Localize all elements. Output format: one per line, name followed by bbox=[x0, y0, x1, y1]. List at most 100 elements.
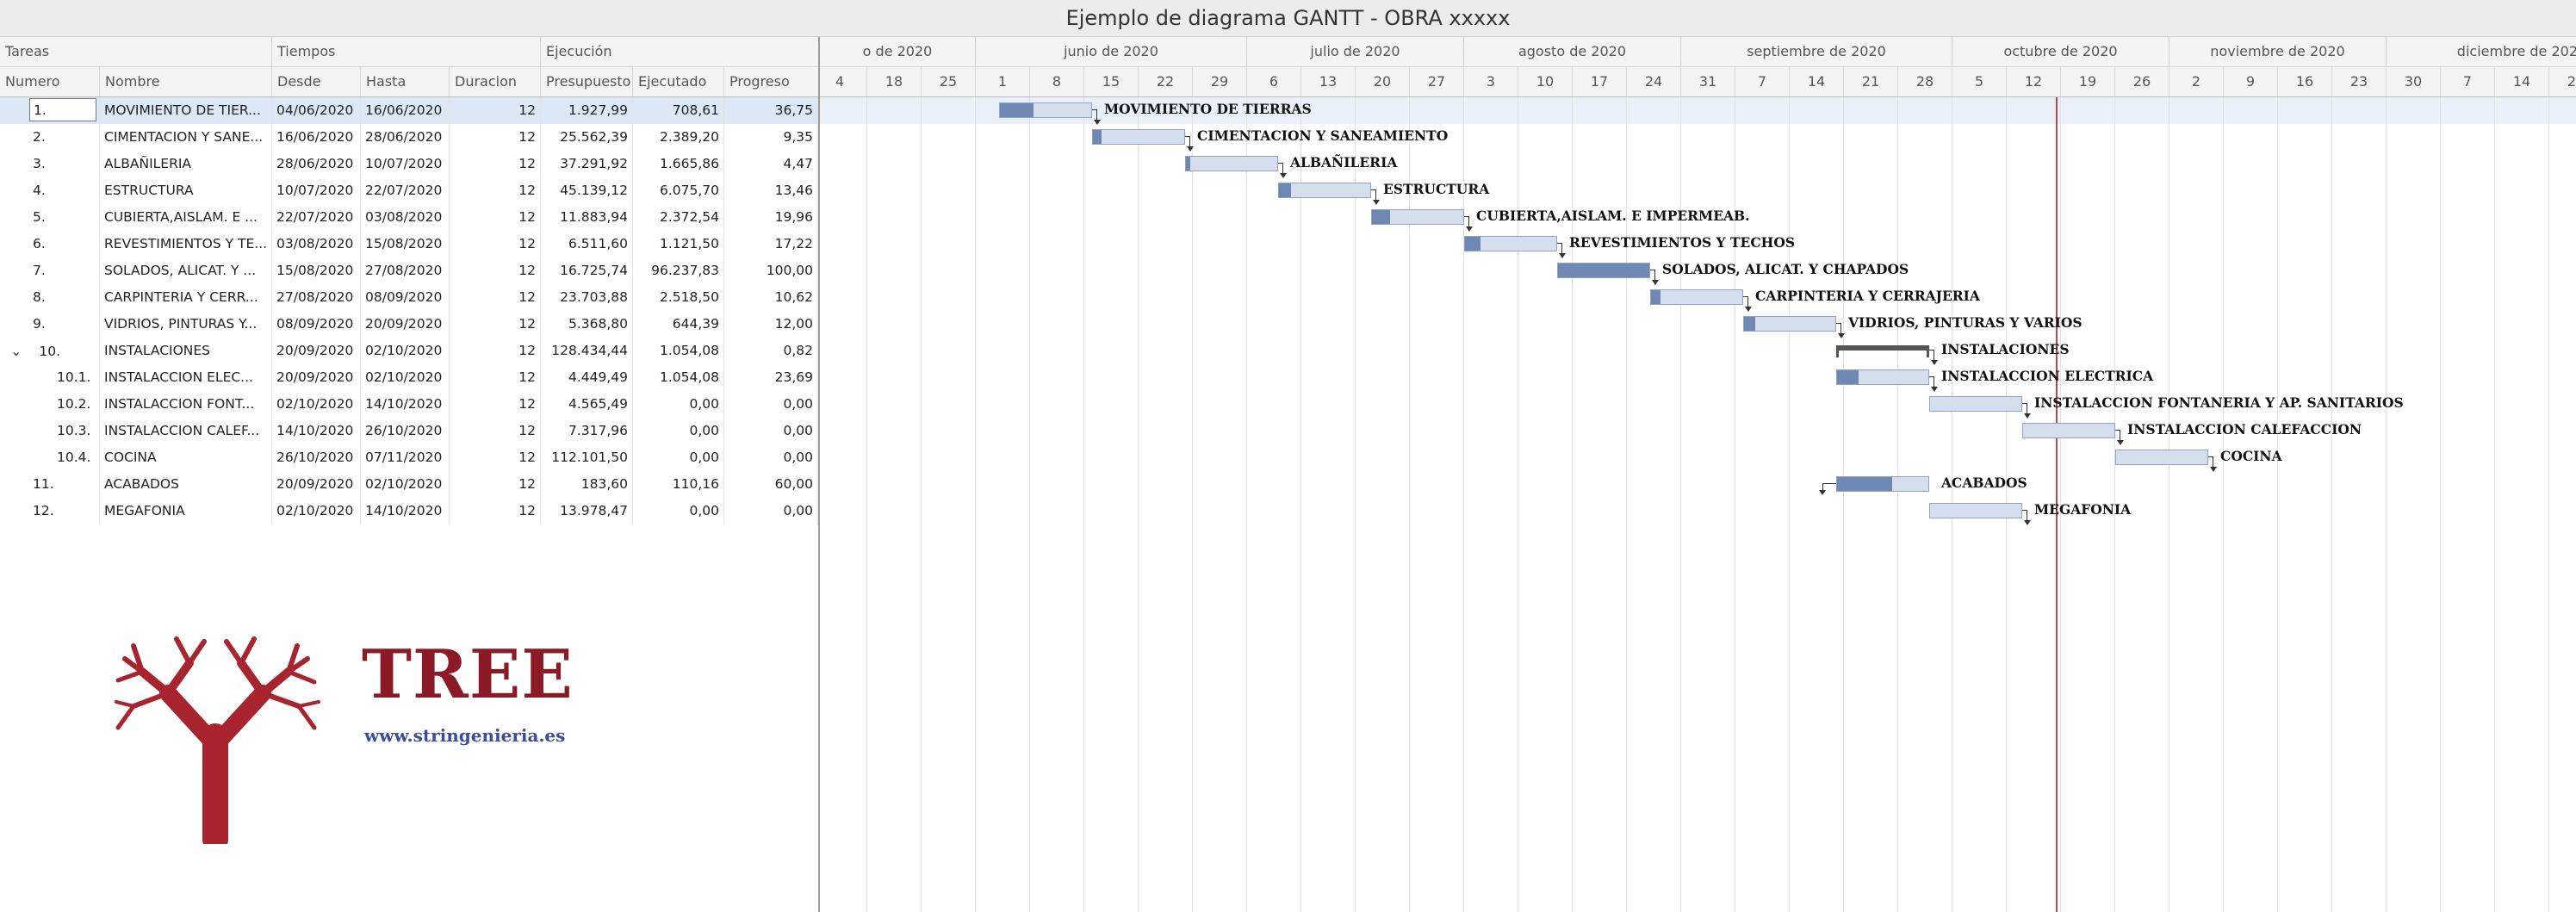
table-row[interactable]: 10.4. COCINA 26/10/2020 07/11/2020 12 112.101… bbox=[0, 444, 818, 471]
grid-line bbox=[2548, 97, 2549, 912]
task-bar[interactable] bbox=[1929, 396, 2022, 412]
table-row[interactable]: 2. CIMENTACION Y SANE... 16/06/2020 28/06/2… bbox=[0, 124, 818, 151]
cell-prog: 4,47 bbox=[724, 151, 818, 177]
cell-numero: 10.2. bbox=[0, 391, 100, 418]
table-row[interactable]: 12. MEGAFONIA 02/10/2020 14/10/2020 12 13.978… bbox=[0, 498, 818, 524]
cell-desde: 02/10/2020 bbox=[272, 391, 361, 418]
task-progress-fill bbox=[1465, 237, 1481, 251]
expand-collapse-icon[interactable]: ⌄ bbox=[10, 343, 22, 359]
col-header-presupuesto[interactable]: Presupuesto bbox=[541, 67, 633, 96]
cell-desde: 08/09/2020 bbox=[272, 311, 361, 338]
table-row[interactable]: 6. REVESTIMIENTOS Y TE... 03/08/2020 15/08/… bbox=[0, 231, 818, 257]
task-bar[interactable] bbox=[1092, 129, 1185, 145]
task-bar[interactable] bbox=[1929, 503, 2022, 518]
cell-desde: 15/08/2020 bbox=[272, 257, 361, 284]
table-row[interactable]: 10.3. INSTALACCION CALEF... 14/10/2020 26/1… bbox=[0, 418, 818, 444]
col-header-nombre[interactable]: Nombre bbox=[100, 67, 272, 96]
col-header-duracion[interactable]: Duracion bbox=[450, 67, 541, 96]
week-label: 14 bbox=[1790, 67, 1844, 96]
task-bar[interactable] bbox=[2115, 450, 2208, 465]
group-header-tareas[interactable]: Tareas bbox=[0, 37, 272, 66]
col-header-progreso[interactable]: Progreso bbox=[724, 67, 818, 96]
cell-desde: 22/07/2020 bbox=[272, 204, 361, 231]
week-label: 9 bbox=[2224, 67, 2278, 96]
grid-line bbox=[1246, 97, 1247, 912]
cell-pres: 4.565,49 bbox=[541, 391, 633, 418]
table-row[interactable]: 5. CUBIERTA,AISLAM. E ... 22/07/2020 03/08/… bbox=[0, 204, 818, 231]
cell-dur: 12 bbox=[450, 444, 541, 471]
table-row[interactable]: ⌄ 10. INSTALACIONES 20/09/2020 02/10/2020 12 1… bbox=[0, 338, 818, 364]
logo-url-link[interactable]: www.stringenieria.es bbox=[364, 725, 565, 746]
task-progress-fill bbox=[1279, 183, 1292, 197]
cell-dur: 12 bbox=[450, 124, 541, 151]
summary-bar[interactable] bbox=[1836, 345, 1929, 357]
cell-pres: 23.703,88 bbox=[541, 284, 633, 311]
task-bar[interactable] bbox=[1836, 476, 1929, 492]
cell-hasta: 02/10/2020 bbox=[361, 338, 450, 364]
dependency-arrow bbox=[1371, 189, 1380, 205]
table-row[interactable]: 4. ESTRUCTURA 10/07/2020 22/07/2020 12 45.139… bbox=[0, 177, 818, 204]
table-row[interactable]: 9. VIDRIOS, PINTURAS Y... 08/09/2020 20/09/… bbox=[0, 311, 818, 338]
task-bar-label: VIDRIOS, PINTURAS Y VARIOS bbox=[1848, 314, 2083, 331]
cell-name: COCINA bbox=[100, 444, 272, 471]
task-bar-label: ALBAÑILERIA bbox=[1290, 154, 1398, 171]
week-label: 20 bbox=[1356, 67, 1410, 96]
grid-line bbox=[975, 97, 976, 912]
week-label: 3 bbox=[1464, 67, 1518, 96]
task-bar[interactable] bbox=[2022, 423, 2115, 438]
task-bar-label: MOVIMIENTO DE TIERRAS bbox=[1104, 101, 1312, 117]
group-header-tiempos[interactable]: Tiempos bbox=[272, 37, 541, 66]
dependency-arrow bbox=[1929, 376, 1938, 392]
cell-pres: 37.291,92 bbox=[541, 151, 633, 177]
task-bar-label: CUBIERTA,AISLAM. E IMPERMEAB. bbox=[1476, 208, 1750, 224]
cell-dur: 12 bbox=[450, 231, 541, 257]
table-row[interactable]: 7. SOLADOS, ALICAT. Y ... 15/08/2020 27/08/… bbox=[0, 257, 818, 284]
table-row[interactable]: 10.2. INSTALACCION FONT... 02/10/2020 14/10… bbox=[0, 391, 818, 418]
logo-text: TREE bbox=[362, 636, 574, 714]
cell-dur: 12 bbox=[450, 284, 541, 311]
cell-hasta: 22/07/2020 bbox=[361, 177, 450, 204]
week-label: 28 bbox=[1898, 67, 1952, 96]
col-header-ejecutado[interactable]: Ejecutado bbox=[633, 67, 724, 96]
cell-ejec: 0,00 bbox=[633, 391, 724, 418]
table-row[interactable]: 10.1. INSTALACCION ELEC... 20/09/2020 02/10… bbox=[0, 364, 818, 391]
group-header-ejecucion[interactable]: Ejecución bbox=[541, 37, 818, 66]
task-bar[interactable] bbox=[1836, 369, 1929, 385]
table-row[interactable]: 3. ALBAÑILERIA 28/06/2020 10/07/2020 12 37.29… bbox=[0, 151, 818, 177]
col-header-numero[interactable]: Numero bbox=[0, 67, 100, 96]
task-bar[interactable] bbox=[1371, 209, 1464, 225]
col-header-hasta[interactable]: Hasta bbox=[361, 67, 450, 96]
table-row[interactable]: 11. ACABADOS 20/09/2020 02/10/2020 12 183,60 1… bbox=[0, 471, 818, 498]
cell-desde: 10/07/2020 bbox=[272, 177, 361, 204]
cell-numero: 6. bbox=[0, 231, 100, 257]
table-column-header: Numero Nombre Desde Hasta Duracion Presu… bbox=[0, 67, 818, 97]
cell-prog: 19,96 bbox=[724, 204, 818, 231]
chart-title: Ejemplo de diagrama GANTT - OBRA xxxxx bbox=[0, 0, 2576, 37]
task-bar[interactable] bbox=[1557, 263, 1650, 278]
task-bar[interactable] bbox=[1743, 316, 1836, 332]
cell-ejec: 2.389,20 bbox=[633, 124, 724, 151]
cell-ejec: 0,00 bbox=[633, 444, 724, 471]
col-header-desde[interactable]: Desde bbox=[272, 67, 361, 96]
task-progress-fill bbox=[1837, 370, 1859, 384]
timeline-months-header: o de 2020 junio de 2020 julio de 2020 agost… bbox=[820, 37, 2576, 67]
week-label: 17 bbox=[1573, 67, 1627, 96]
cell-ejec: 644,39 bbox=[633, 311, 724, 338]
task-bar[interactable] bbox=[1278, 183, 1371, 198]
cell-hasta: 02/10/2020 bbox=[361, 364, 450, 391]
week-label: 5 bbox=[1952, 67, 2007, 96]
cell-dur: 12 bbox=[450, 498, 541, 524]
table-row[interactable]: 8. CARPINTERIA Y CERR... 27/08/2020 08/09/2… bbox=[0, 284, 818, 311]
task-bar[interactable] bbox=[1185, 156, 1278, 171]
task-bar-label: MEGAFONIA bbox=[2034, 501, 2132, 518]
cell-prog: 23,69 bbox=[724, 364, 818, 391]
table-row[interactable]: 1. MOVIMIENTO DE TIER... 04/06/2020 16/06/2… bbox=[0, 97, 818, 124]
task-bar[interactable] bbox=[999, 102, 1092, 118]
cell-ejec: 96.237,83 bbox=[633, 257, 724, 284]
task-bar[interactable] bbox=[1464, 236, 1557, 251]
grid-line bbox=[2440, 97, 2441, 912]
cell-name: ESTRUCTURA bbox=[100, 177, 272, 204]
cell-numero: 4. bbox=[0, 177, 100, 204]
cell-prog: 60,00 bbox=[724, 471, 818, 498]
task-bar[interactable] bbox=[1650, 289, 1743, 305]
